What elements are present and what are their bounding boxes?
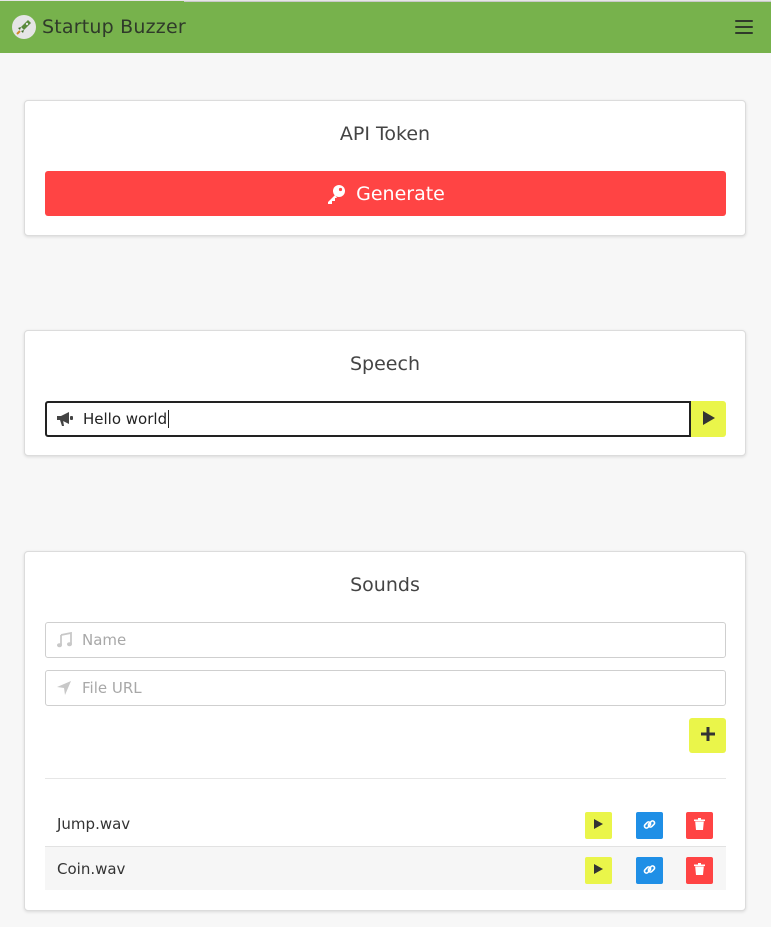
sounds-divider [45,778,726,779]
play-icon [593,818,604,833]
link-icon [643,818,656,834]
sound-url-input[interactable] [82,679,702,697]
sound-list: Jump.wav Coin.wav [45,802,726,890]
trash-icon [694,863,705,878]
copy-link-button[interactable] [636,812,663,839]
plus-icon [700,727,715,744]
text-caret [168,410,170,428]
sound-url-field[interactable] [45,670,726,706]
sound-name: Coin.wav [57,859,126,878]
delete-sound-button[interactable] [686,857,713,884]
music-icon [46,632,82,648]
copy-link-button[interactable] [636,857,663,884]
sounds-title: Sounds [350,574,420,596]
delete-sound-button[interactable] [686,812,713,839]
trash-icon [694,818,705,833]
sound-row: Coin.wav [45,846,726,890]
sound-name: Jump.wav [57,815,131,833]
sound-name-field[interactable] [45,622,726,658]
app-title: Startup Buzzer [42,16,186,38]
sounds-card: Sounds Jump.wav [24,551,746,911]
rocket-logo-icon [12,15,36,39]
generate-label: Generate [356,182,445,205]
play-icon [593,863,604,878]
link-icon [643,863,656,879]
play-sound-button[interactable] [585,812,612,839]
speech-input[interactable]: Hello world [45,401,691,437]
add-sound-button[interactable] [689,718,726,753]
api-token-title: API Token [339,123,431,145]
top-navbar: Startup Buzzer [0,0,771,53]
hamburger-menu-icon[interactable] [735,18,753,36]
generate-button[interactable]: Generate [45,171,726,216]
megaphone-icon [47,411,83,427]
sound-row: Jump.wav [45,802,726,846]
brand[interactable]: Startup Buzzer [12,15,186,39]
key-icon [326,184,346,204]
location-arrow-icon [46,680,82,696]
speak-play-button[interactable] [691,401,726,437]
speech-card: Speech Hello world [24,330,746,456]
play-sound-button[interactable] [585,857,612,884]
navbar-top-edge [184,1,771,2]
play-icon [702,410,716,429]
api-token-card: API Token Generate [24,100,746,236]
speech-input-group: Hello world [45,401,726,437]
speech-input-value: Hello world [83,410,168,428]
sound-name-input[interactable] [82,631,702,649]
speech-title: Speech [350,353,420,375]
